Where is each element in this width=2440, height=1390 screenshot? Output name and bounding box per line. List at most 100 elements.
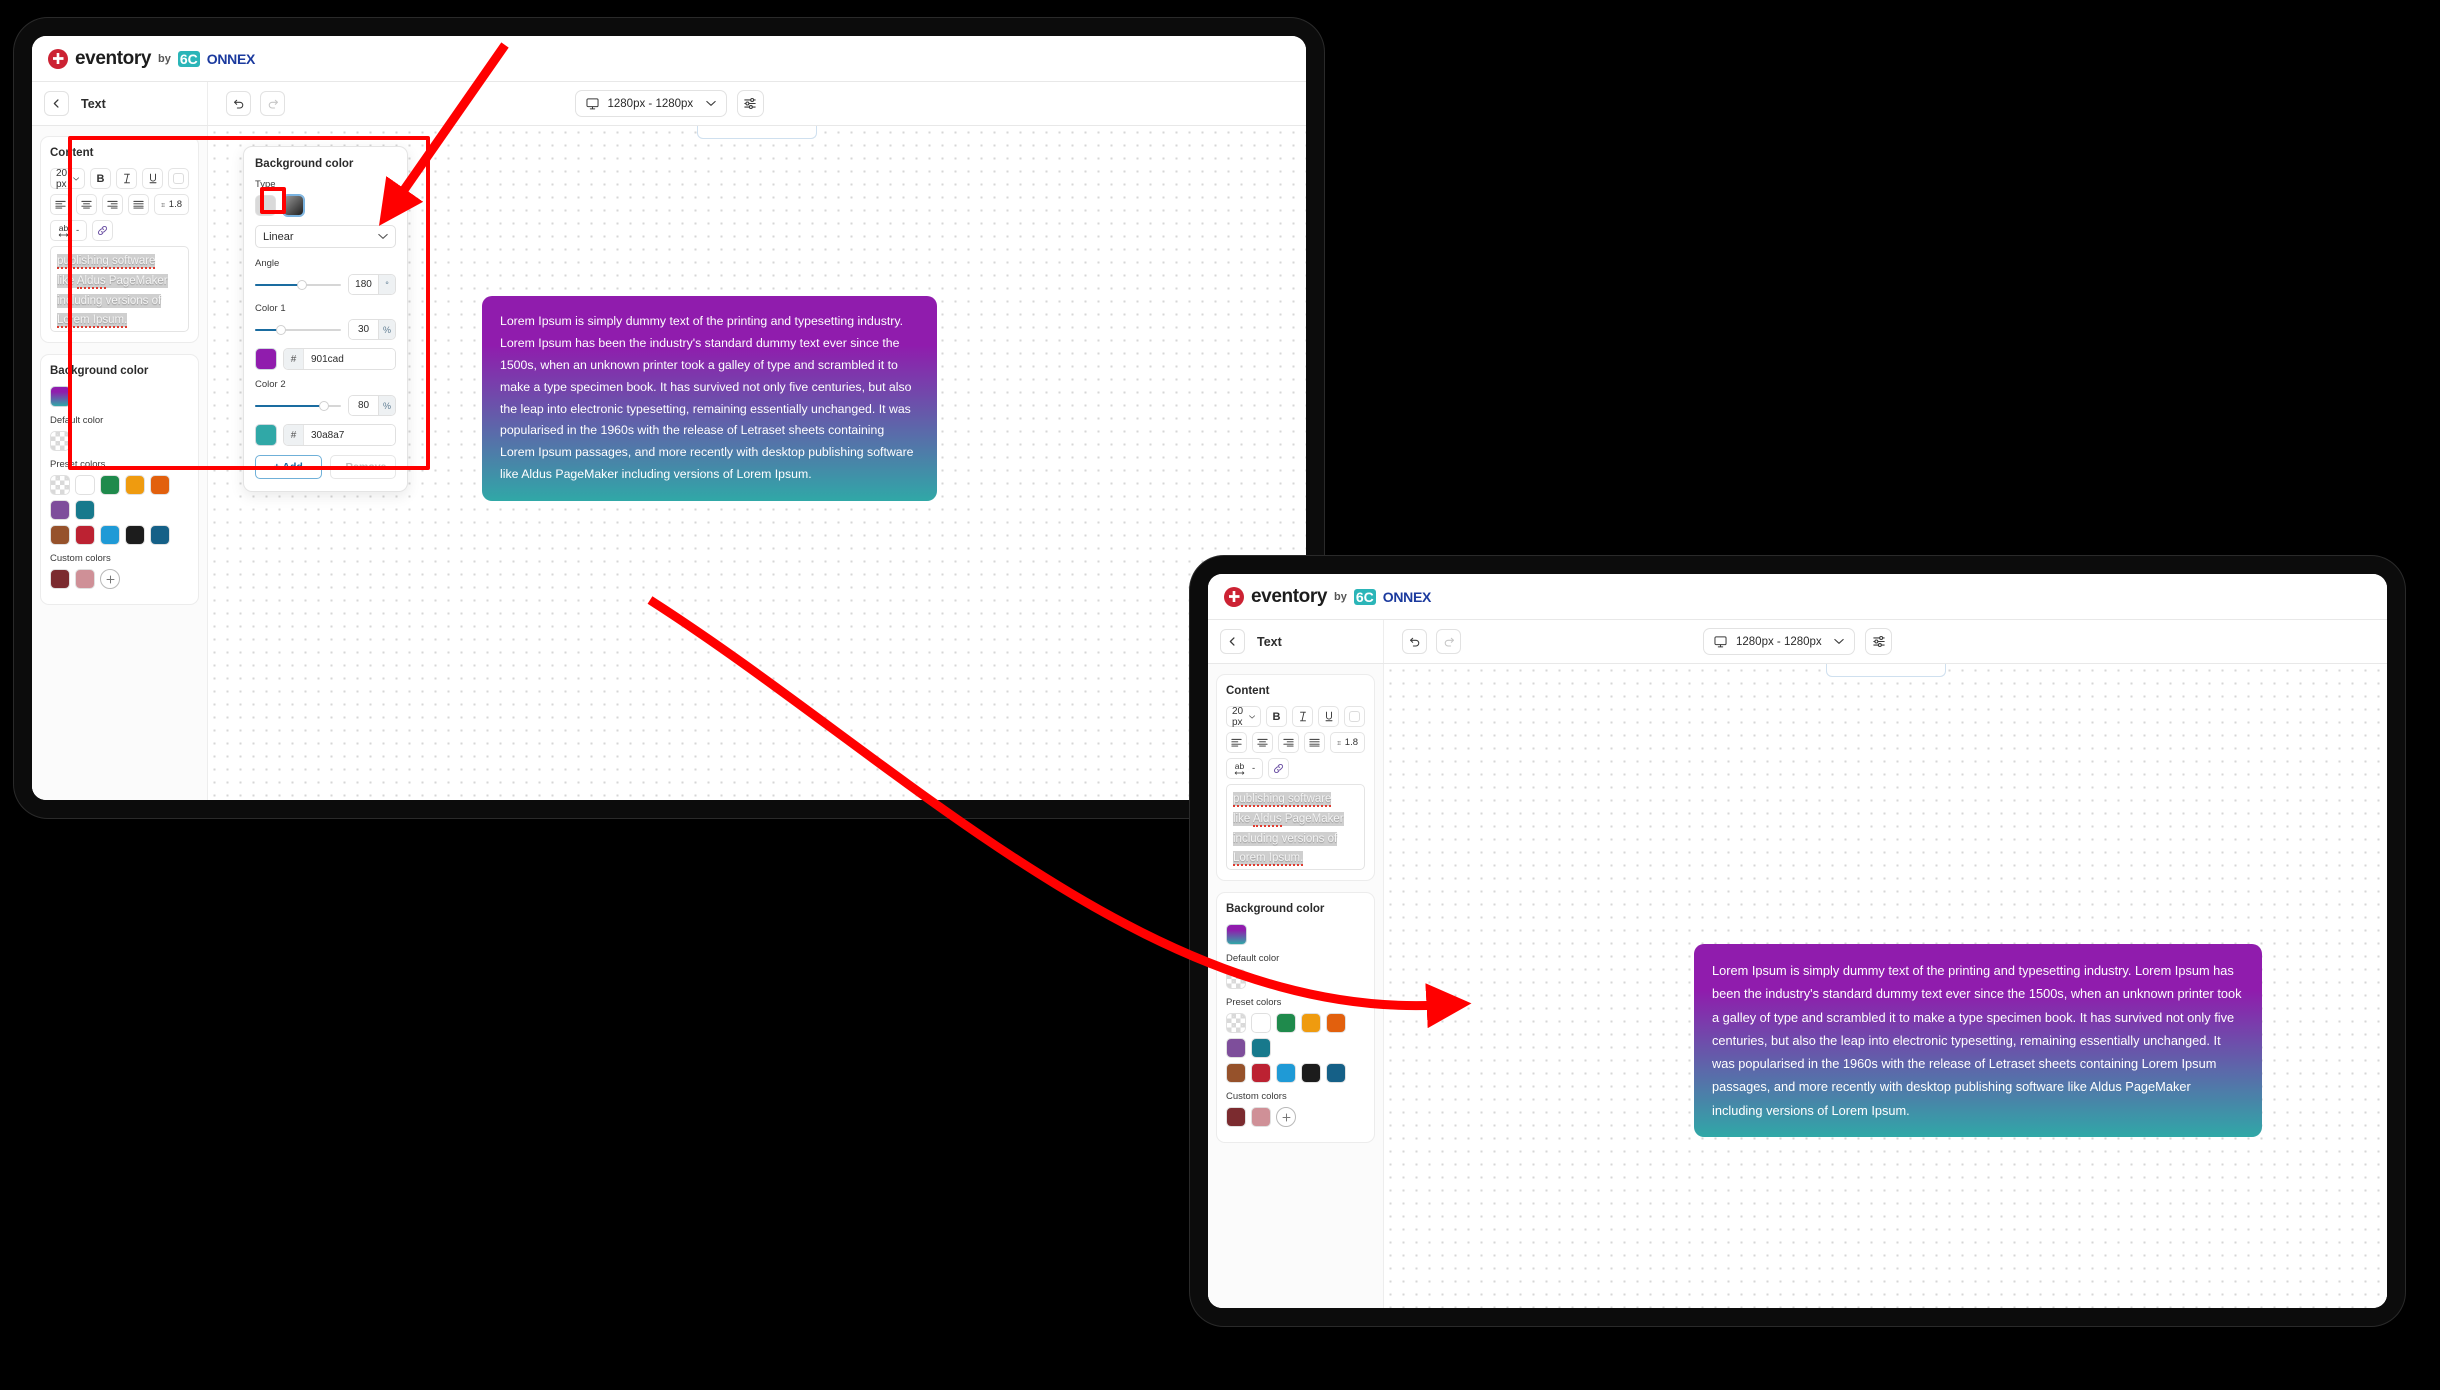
undo-icon[interactable] [226, 91, 251, 116]
align-left-icon[interactable] [1226, 732, 1247, 753]
angle-input[interactable]: 180 ° [348, 274, 396, 295]
align-right-icon[interactable] [102, 194, 123, 215]
preset-swatch[interactable] [1226, 1038, 1246, 1058]
brand-logo[interactable]: eventory by 6C ONNEX [48, 48, 255, 70]
preset-swatch[interactable] [1251, 1063, 1271, 1083]
preset-swatch[interactable] [50, 475, 70, 495]
preset-swatch[interactable] [1251, 1038, 1271, 1058]
underline-button[interactable] [1318, 706, 1339, 727]
custom-swatch[interactable] [75, 569, 95, 589]
add-custom-color-button[interactable] [1276, 1107, 1296, 1127]
gradient-type-row [255, 194, 396, 217]
preset-swatch[interactable] [75, 475, 95, 495]
preset-swatch[interactable] [1276, 1063, 1296, 1083]
preset-swatch[interactable] [75, 525, 95, 545]
align-justify-icon[interactable] [1304, 732, 1325, 753]
link-icon[interactable] [1268, 758, 1290, 779]
solid-type-swatch[interactable] [255, 195, 276, 216]
custom-swatch[interactable] [1251, 1107, 1271, 1127]
preset-swatch[interactable] [1226, 1063, 1246, 1083]
preset-swatch[interactable] [1301, 1063, 1321, 1083]
font-size-select[interactable]: 20 px [1226, 706, 1261, 728]
angle-label: Angle [255, 258, 280, 269]
device-size-select[interactable]: 1280px - 1280px [574, 90, 727, 117]
line-height-button[interactable]: 1.8 [154, 194, 189, 215]
line-height-icon [161, 202, 165, 207]
design-canvas[interactable]: Lorem Ipsum is simply dummy text of the … [1384, 664, 2387, 1308]
gradient-type-swatch[interactable] [282, 194, 305, 217]
preset-swatch[interactable] [1326, 1063, 1346, 1083]
text-color-swatch[interactable] [1344, 706, 1365, 727]
align-justify-icon[interactable] [128, 194, 149, 215]
color1-stop-input[interactable]: 30 % [348, 319, 396, 340]
color2-hex-field[interactable]: # 30a8a7 [283, 424, 396, 446]
preset-swatch[interactable] [1226, 1013, 1246, 1033]
preset-swatch[interactable] [50, 500, 70, 520]
preset-swatch[interactable] [75, 500, 95, 520]
preset-swatch[interactable] [125, 525, 145, 545]
settings-button[interactable] [736, 90, 764, 117]
line-height-value: 1.8 [168, 199, 182, 210]
preset-swatch[interactable] [1251, 1013, 1271, 1033]
default-color-swatch[interactable] [50, 431, 70, 451]
lorem-text-block[interactable]: Lorem Ipsum is simply dummy text of the … [1694, 944, 2262, 1137]
line-height-button[interactable]: 1.8 [1330, 732, 1365, 753]
color1-hex-field[interactable]: # 901cad [283, 348, 396, 370]
custom-swatch[interactable] [50, 569, 70, 589]
gradient-mode-select[interactable]: Linear [255, 225, 396, 248]
italic-button[interactable] [116, 168, 137, 189]
monitor-icon [1714, 635, 1727, 647]
preset-swatch[interactable] [100, 475, 120, 495]
editor-body: Content 20 px B 1.8 ab - publishing soft… [32, 126, 1306, 800]
back-button[interactable] [1220, 629, 1245, 654]
align-center-icon[interactable] [1252, 732, 1273, 753]
link-icon[interactable] [92, 220, 114, 241]
undo-icon[interactable] [1402, 629, 1427, 654]
align-center-icon[interactable] [76, 194, 97, 215]
back-button[interactable] [44, 91, 69, 116]
bold-button[interactable]: B [1266, 706, 1287, 727]
preset-swatch[interactable] [1301, 1013, 1321, 1033]
align-right-icon[interactable] [1278, 732, 1299, 753]
color2-stop-input[interactable]: 80 % [348, 395, 396, 416]
editor-toolbar: Text 1280px - 1280px [32, 82, 1306, 126]
font-size-select[interactable]: 20 px [50, 168, 85, 190]
redo-icon[interactable] [1436, 629, 1461, 654]
canvas-section-handle[interactable] [697, 126, 817, 139]
settings-button[interactable] [1865, 628, 1892, 655]
italic-button[interactable] [1292, 706, 1313, 727]
text-content-preview[interactable]: publishing software like Aldus PageMaker… [1226, 784, 1365, 870]
preset-swatch[interactable] [1276, 1013, 1296, 1033]
angle-slider[interactable] [255, 278, 341, 292]
preset-swatch[interactable] [150, 475, 170, 495]
canvas-section-handle[interactable] [1825, 664, 1946, 677]
color2-hex-row: # 30a8a7 [255, 424, 396, 446]
preset-swatch[interactable] [100, 525, 120, 545]
device-size-select[interactable]: 1280px - 1280px [1703, 628, 1855, 655]
lorem-text-block[interactable]: Lorem Ipsum is simply dummy text of the … [482, 296, 937, 501]
letter-spacing-button[interactable]: ab - [1226, 758, 1264, 779]
redo-icon[interactable] [260, 91, 285, 116]
brand-logo[interactable]: eventory by 6C ONNEX [1224, 586, 1431, 608]
letter-spacing-button[interactable]: ab - [50, 220, 88, 241]
preset-swatch[interactable] [50, 525, 70, 545]
color2-swatch[interactable] [255, 424, 277, 446]
preset-swatch[interactable] [1326, 1013, 1346, 1033]
align-left-icon[interactable] [50, 194, 71, 215]
preset-swatch[interactable] [150, 525, 170, 545]
color1-swatch[interactable] [255, 348, 277, 370]
default-color-swatch[interactable] [1226, 969, 1246, 989]
text-color-swatch[interactable] [168, 168, 189, 189]
color1-stop-slider[interactable] [255, 323, 341, 337]
add-color-button[interactable]: + Add [255, 455, 322, 479]
current-background-swatch[interactable] [1226, 924, 1247, 945]
text-content-preview[interactable]: publishing software like Aldus PageMaker… [50, 246, 189, 332]
bold-button[interactable]: B [90, 168, 111, 189]
settings-sidebar: Content 20 px B 1.8 ab - publishing soft… [32, 126, 208, 800]
color2-stop-slider[interactable] [255, 399, 341, 413]
preset-swatch[interactable] [125, 475, 145, 495]
underline-button[interactable] [142, 168, 163, 189]
custom-swatch[interactable] [1226, 1107, 1246, 1127]
add-custom-color-button[interactable] [100, 569, 120, 589]
current-background-swatch[interactable] [50, 386, 71, 407]
